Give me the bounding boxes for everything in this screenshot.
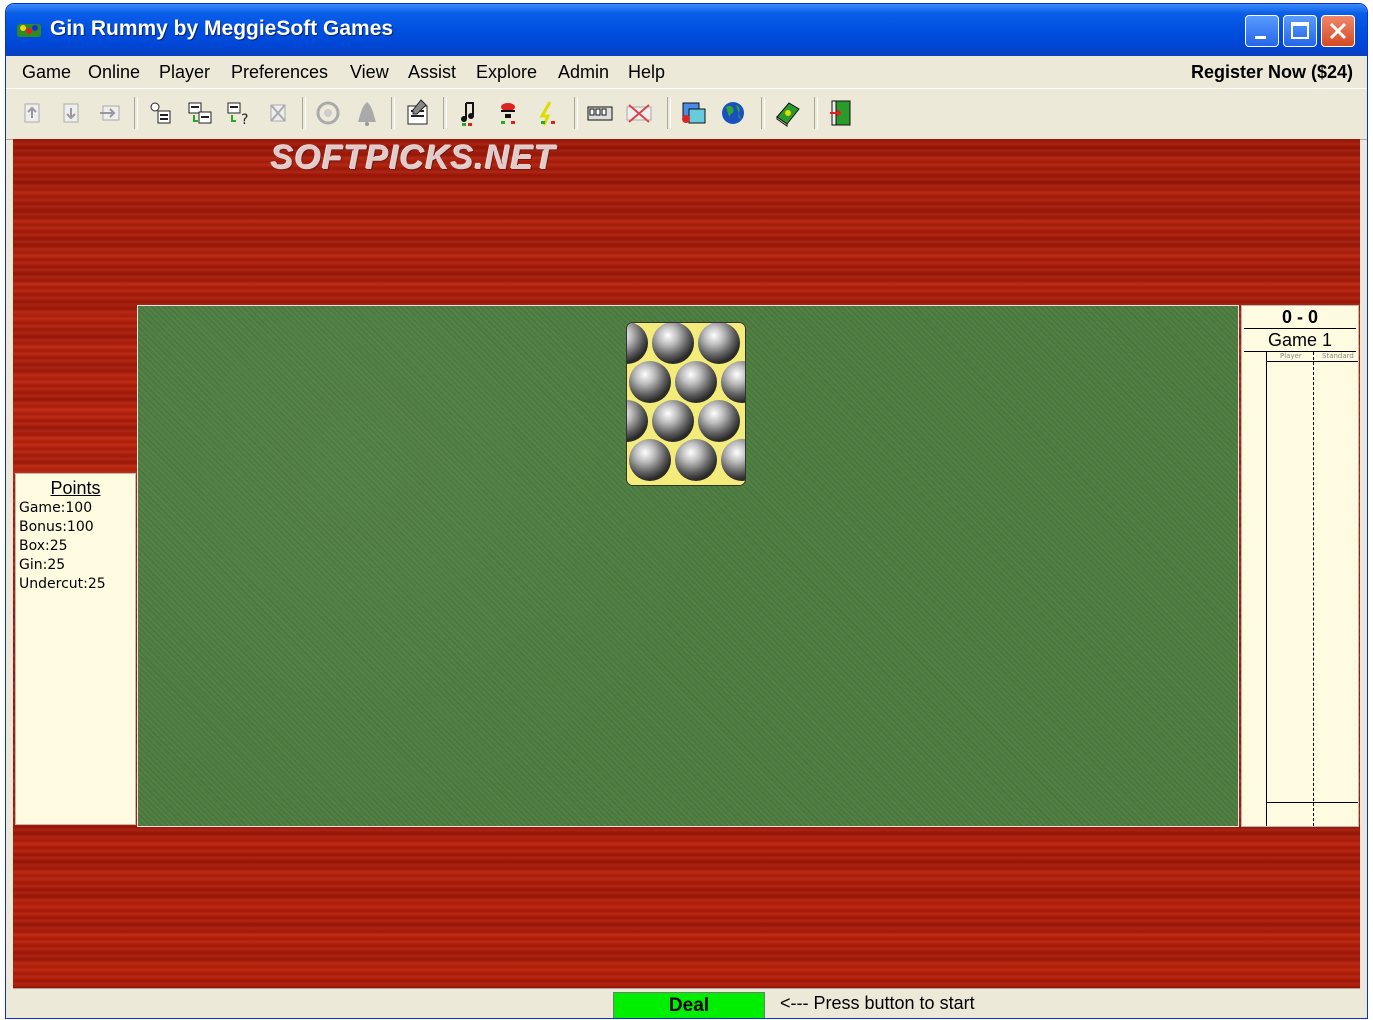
menu-assist[interactable]: Assist [408,62,456,83]
title-bar[interactable]: Gin Rummy by MeggieSoft Games [6,4,1367,56]
scoreboard-panel: 0 - 0 Game 1 Player Standard [1241,305,1359,827]
player-help-icon[interactable]: ? [223,97,255,129]
sound-icon[interactable] [492,97,524,129]
maximize-icon [1291,22,1309,39]
bell-icon[interactable] [351,97,383,129]
toolbar-separator [302,97,306,129]
hint-icon[interactable] [312,97,344,129]
scoreboard-header-rule [1266,361,1358,362]
scoreboard-col-standard: Standard [1322,352,1354,360]
player-icon[interactable] [144,97,176,129]
exit-icon[interactable] [824,97,856,129]
points-title: Points [50,478,101,498]
toolbar: ? [6,88,1367,140]
points-bonus: Bonus:100 [19,519,94,535]
toolbar-separator [574,97,578,129]
menu-help[interactable]: Help [628,62,665,83]
card-back-pattern [627,323,745,485]
minimize-icon [1255,36,1266,39]
close-icon [1329,22,1347,40]
new-hand-icon[interactable] [16,97,48,129]
video-icon[interactable] [584,97,616,129]
menu-game[interactable]: Game [22,62,71,83]
menu-preferences[interactable]: Preferences [231,62,328,83]
menu-view[interactable]: View [350,62,389,83]
remove-player-icon[interactable] [262,97,294,129]
globe-icon[interactable] [717,97,749,129]
game-number-label: Game 1 [1244,329,1356,352]
players-icon[interactable] [184,97,216,129]
menu-bar: Game Online Player Preferences View Assi… [6,56,1367,88]
scoreboard-col-player: Player [1280,352,1302,360]
help-book-icon[interactable] [771,97,803,129]
close-button[interactable] [1321,15,1355,47]
register-link[interactable]: Register Now ($24) [1191,62,1353,83]
match-score: 0 - 0 [1244,306,1356,329]
points-gin: Gin:25 [19,557,66,573]
felt-playing-area [137,305,1239,827]
window-title: Gin Rummy by MeggieSoft Games [50,17,394,40]
status-bar: Deal <--- Press button to start [13,988,1360,1018]
app-logo-icon [17,24,41,37]
menu-online[interactable]: Online [88,62,140,83]
points-box: Box:25 [19,538,68,554]
svg-text:?: ? [241,112,248,128]
menu-player[interactable]: Player [159,62,210,83]
points-panel: Points Game:100 Bonus:100 Box:25 Gin:25 … [15,473,136,825]
toolbar-separator [667,97,671,129]
scoreboard-total-rule [1266,802,1358,803]
scoreboard-dashed-divider [1313,352,1314,826]
menu-admin[interactable]: Admin [558,62,609,83]
effects-icon[interactable] [532,97,564,129]
deal-button[interactable]: Deal [613,992,765,1018]
app-window: Gin Rummy by MeggieSoft Games Game Onlin… [6,4,1367,1018]
undo-icon[interactable] [55,97,87,129]
toolbar-separator [443,97,447,129]
toolbar-separator [814,97,818,129]
redo-icon[interactable] [94,97,126,129]
menu-explore[interactable]: Explore [476,62,537,83]
online-icon[interactable] [677,97,709,129]
toolbar-separator [391,97,395,129]
watermark: SOFTPICKS.NET [271,139,557,177]
deck-card-back[interactable] [626,322,746,486]
scoreboard-divider [1266,352,1267,826]
game-table: SOFTPICKS.NET Points Game:100 Bonus:100 … [13,139,1360,988]
points-undercut: Undercut:25 [19,576,106,592]
video-off-icon[interactable] [623,97,655,129]
minimize-button[interactable] [1245,15,1279,47]
music-icon[interactable] [453,97,485,129]
maximize-button[interactable] [1283,15,1317,47]
toolbar-separator [134,97,138,129]
toolbar-separator [761,97,765,129]
points-game: Game:100 [19,500,93,516]
status-message: <--- Press button to start [780,993,975,1013]
preferences-icon[interactable] [401,97,433,129]
